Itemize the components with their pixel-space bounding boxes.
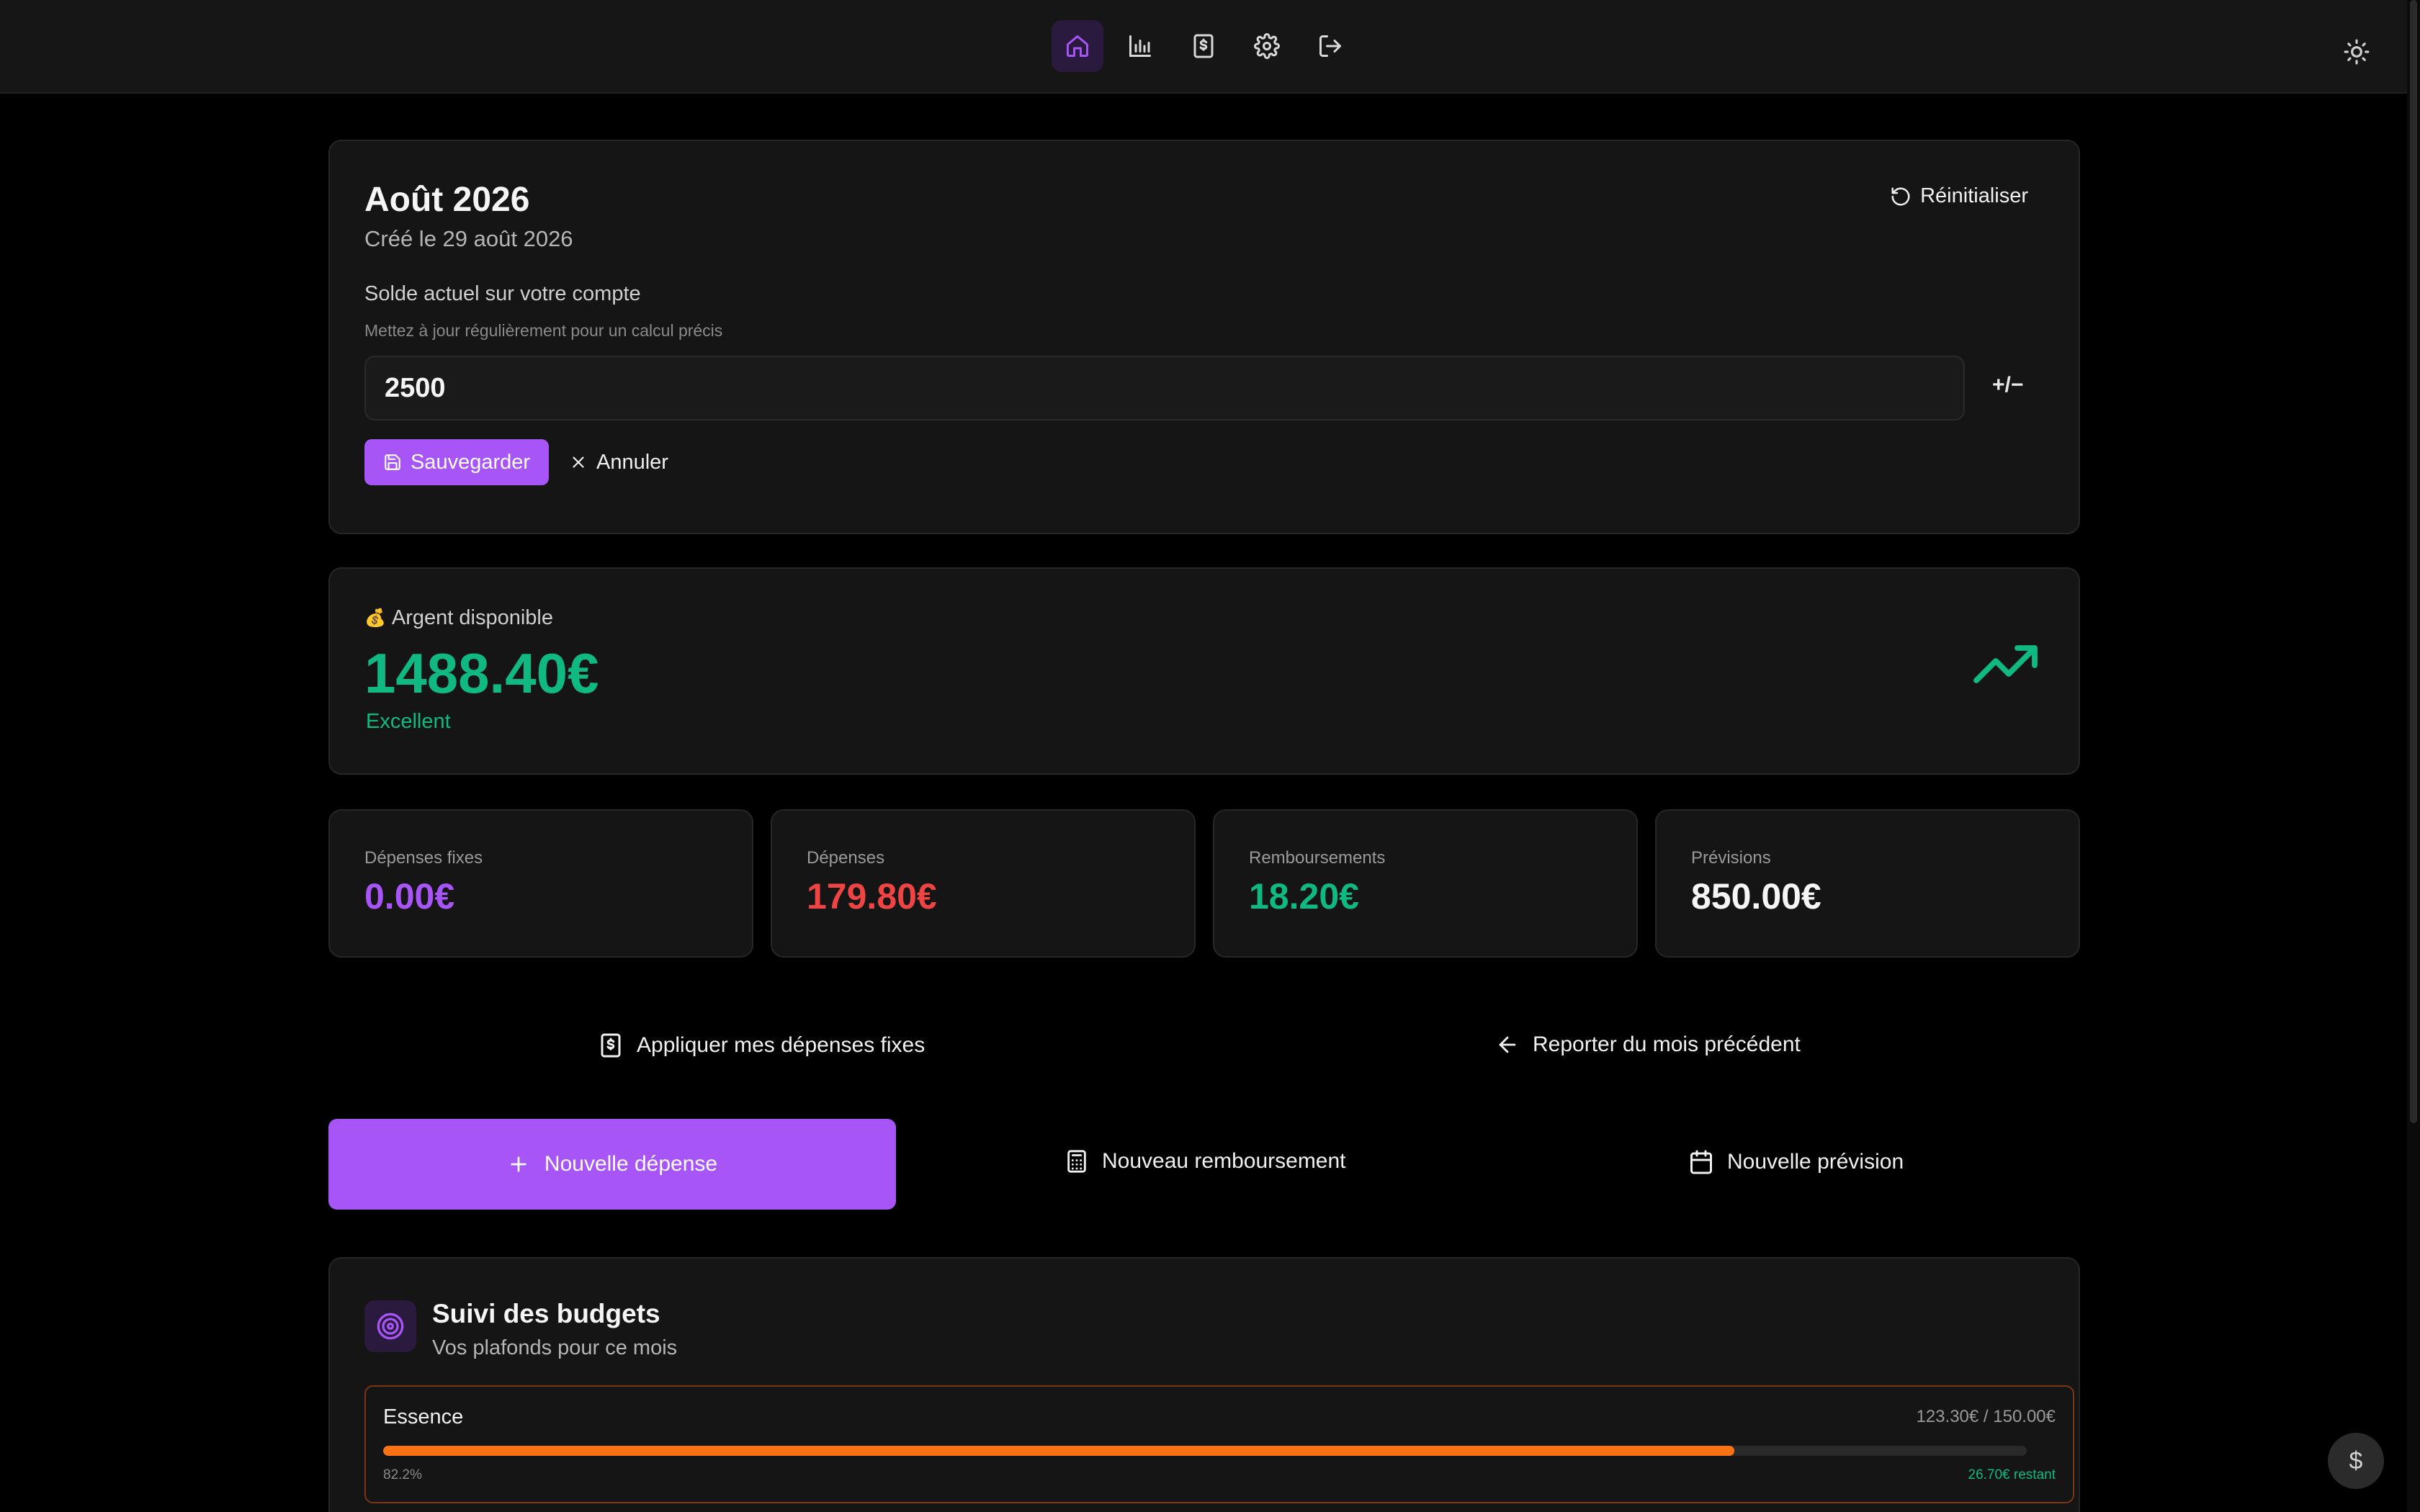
- available-amount: 1488.40€: [364, 642, 599, 705]
- money-bag-icon: 💰: [364, 608, 386, 628]
- budgets-title: Suivi des budgets: [432, 1299, 660, 1328]
- cancel-button[interactable]: Annuler: [569, 439, 668, 485]
- apply-fixed-label: Appliquer mes dépenses fixes: [637, 1033, 926, 1057]
- stat-card-refunds: Remboursements 18.20€: [1213, 809, 1638, 958]
- nav-logout[interactable]: [1304, 20, 1356, 72]
- stat-value: 850.00€: [1691, 876, 1821, 917]
- rotate-ccw-icon: [1891, 187, 1910, 205]
- receipt-dollar-icon: [601, 1033, 621, 1058]
- stat-card-fixed-expenses: Dépenses fixes 0.00€: [328, 809, 753, 958]
- nav-expenses[interactable]: [1178, 20, 1229, 72]
- balance-hint: Mettez à jour régulièrement pour un calc…: [364, 321, 723, 340]
- stat-label: Dépenses: [807, 848, 885, 868]
- nav-stats[interactable]: [1114, 20, 1166, 72]
- new-expense-label: Nouvelle dépense: [544, 1152, 718, 1176]
- carry-over-label: Reporter du mois précédent: [1533, 1032, 1801, 1056]
- nav-settings[interactable]: [1241, 20, 1293, 72]
- target-icon: [377, 1313, 404, 1340]
- available-label: Argent disponible: [391, 606, 553, 629]
- save-icon: [385, 454, 400, 470]
- theme-toggle-button[interactable]: [2331, 26, 2383, 78]
- month-title: Août 2026: [364, 181, 530, 219]
- arrow-left-icon: [1499, 1036, 1516, 1053]
- cancel-label: Annuler: [596, 450, 668, 474]
- budget-name: Essence: [383, 1405, 464, 1428]
- save-button[interactable]: Sauvegarder: [364, 439, 549, 485]
- budget-badge: [364, 1300, 416, 1352]
- available-money-card: 💰 Argent disponible 1488.40€ Excellent: [328, 567, 2080, 775]
- home-icon: [1067, 35, 1088, 57]
- stat-card-expenses: Dépenses 179.80€: [771, 809, 1196, 958]
- top-navbar: [0, 0, 2407, 94]
- budget-item[interactable]: Essence 123.30€ / 150.00€ 82.2% 26.70€ r…: [364, 1385, 2074, 1503]
- carry-over-button[interactable]: Reporter du mois précédent: [1495, 1032, 1801, 1057]
- month-card: Août 2026 Créé le 29 août 2026 Réinitial…: [328, 140, 2080, 534]
- scrollbar-thumb[interactable]: [2410, 0, 2417, 1123]
- budget-amount: 123.30€ / 150.00€: [1916, 1407, 2056, 1426]
- logout-icon: [1319, 35, 1341, 57]
- budget-progress-track: [383, 1446, 2027, 1456]
- receipt-dollar-icon: [1193, 34, 1214, 58]
- balance-label: Solde actuel sur votre compte: [364, 282, 641, 305]
- calendar-icon: [1690, 1150, 1712, 1174]
- trending-up-icon: [1972, 644, 2041, 687]
- budgets-subtitle: Vos plafonds pour ce mois: [432, 1336, 678, 1359]
- new-forecast-button[interactable]: Nouvelle prévision: [1688, 1149, 1904, 1175]
- close-icon: [573, 456, 584, 468]
- calculator-icon: [1067, 1150, 1086, 1173]
- gear-icon: [1254, 33, 1280, 59]
- stat-card-forecasts: Prévisions 850.00€: [1655, 809, 2080, 958]
- budget-percent: 82.2%: [383, 1467, 422, 1482]
- stat-label: Remboursements: [1249, 848, 1386, 868]
- nav-home[interactable]: [1052, 20, 1103, 72]
- save-label: Sauvegarder: [410, 450, 531, 474]
- reset-label: Réinitialiser: [1920, 184, 2028, 207]
- currency-fab-button[interactable]: $: [2328, 1433, 2384, 1489]
- budget-remaining: 26.70€ restant: [1968, 1467, 2056, 1482]
- plus-icon: [511, 1156, 526, 1172]
- reset-button[interactable]: Réinitialiser: [1890, 184, 2028, 208]
- new-refund-button[interactable]: Nouveau remboursement: [1065, 1149, 1346, 1174]
- stat-label: Dépenses fixes: [364, 848, 483, 868]
- month-created-date: Créé le 29 août 2026: [364, 226, 573, 251]
- balance-input[interactable]: [364, 356, 1965, 420]
- stat-label: Prévisions: [1691, 848, 1771, 868]
- sun-icon: [2344, 39, 2370, 65]
- stat-value: 179.80€: [807, 876, 937, 917]
- dollar-icon: $: [2349, 1446, 2363, 1475]
- apply-fixed-expenses-button[interactable]: Appliquer mes dépenses fixes: [598, 1032, 925, 1058]
- sign-toggle-button[interactable]: +/−: [1992, 373, 2023, 397]
- budget-progress-fill: [383, 1446, 1734, 1456]
- bar-chart-icon: [1129, 35, 1151, 57]
- available-status: Excellent: [366, 710, 451, 733]
- available-label-row: 💰 Argent disponible: [364, 606, 553, 630]
- new-expense-button[interactable]: Nouvelle dépense: [328, 1119, 896, 1210]
- stat-value: 0.00€: [364, 876, 455, 917]
- new-refund-label: Nouveau remboursement: [1102, 1149, 1346, 1173]
- new-forecast-label: Nouvelle prévision: [1727, 1150, 1904, 1174]
- stat-value: 18.20€: [1249, 876, 1359, 917]
- budgets-card: Suivi des budgets Vos plafonds pour ce m…: [328, 1257, 2080, 1512]
